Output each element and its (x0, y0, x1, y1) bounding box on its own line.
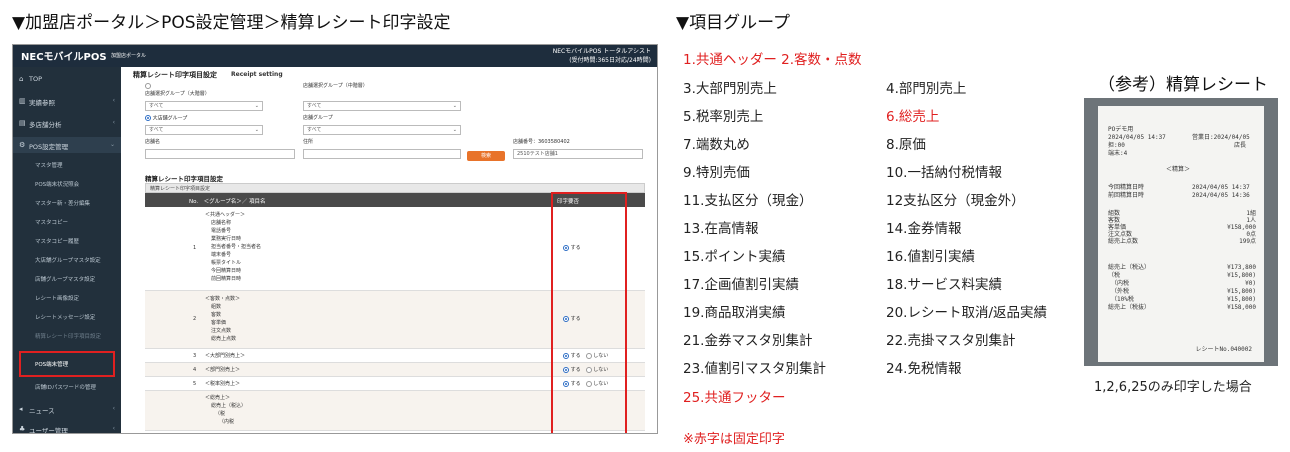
chevron-down-icon: ⌄ (254, 103, 259, 109)
chevron-down-icon: ⌄ (254, 127, 259, 133)
search-button[interactable]: 検索 (467, 151, 505, 161)
chevron-left-icon: ‹ (112, 119, 115, 126)
large-group-select[interactable]: すべて ⌄ (145, 125, 263, 135)
group-item: 13.在高情報 (683, 221, 759, 237)
group-item: 23.値割引マスタ別集計 (683, 361, 826, 377)
group-item: 8.原価 (886, 137, 926, 153)
radio-selected-icon[interactable] (145, 115, 151, 121)
store-code-label: 店舗番号：3603580402 (513, 139, 570, 145)
group-item: 11.支払区分（現金） (683, 193, 813, 209)
group-item: 17.企画値割引実績 (683, 277, 799, 293)
store-group2-select[interactable]: すべて ⌄ (303, 101, 461, 111)
row-item-names: ＜総売上＞ 総売上（税込） （税 （内税 (205, 395, 247, 425)
highlight-box (19, 351, 115, 377)
store-group-label: 店舗選択グループ（大階層） (145, 83, 215, 98)
brand-logo[interactable]: NECモバイルPOS (21, 48, 107, 63)
chevron-down-icon: ⌄ (452, 127, 457, 133)
megaphone-icon: ◂ (19, 405, 23, 413)
page-title: 精算レシート印字項目設定 (133, 71, 217, 79)
document-icon: ▤ (19, 119, 26, 127)
store-group-select[interactable]: すべて ⌄ (145, 101, 263, 111)
chevron-left-icon: ‹ (112, 405, 115, 412)
brand-subtitle: 加盟店ポータル (111, 53, 147, 59)
address-label: 住所 (303, 139, 314, 145)
row-item-names: ＜共通ヘッダー＞ 店舗名称 電話番号 業務実行日時 担当者番号・担当者名 端末番… (205, 212, 262, 282)
sidebar-item-label: 実績参照 (29, 99, 55, 107)
large-group-label: 大店舗グループ (145, 115, 187, 123)
store-code-input[interactable]: 2510テスト店舗1 (513, 149, 643, 159)
receipt-caption: 1,2,6,25のみ印字した場合 (1094, 380, 1252, 395)
radio-unselected-icon[interactable] (145, 83, 151, 89)
row-number: 2 (193, 316, 197, 322)
support-title: NECモバイルPOS トータルアシスト (552, 48, 651, 55)
sidebar-item-label: 多店舗分析 (29, 121, 62, 129)
sidebar-item-pos-settings[interactable]: ⚙ POS設定管理 ⌄ (13, 137, 121, 153)
group-item: 24.免税情報 (886, 361, 962, 377)
group-item: 19.商品取消実績 (683, 305, 786, 321)
sidebar-item-label: TOP (29, 75, 43, 83)
store-group3-label: 店舗グループ (303, 115, 333, 121)
store-name-label: 店舗名 (145, 139, 161, 145)
row-number: 1 (193, 245, 197, 251)
group-item: 22.売掛マスタ別集計 (886, 333, 1016, 349)
group-item: 7.端数丸め (683, 137, 750, 153)
highlight-box (551, 192, 627, 433)
support-hours: (受付時間:365日対応/24時間) (569, 57, 651, 64)
row-item-names: ＜大部門別売上＞ (205, 353, 246, 359)
group-item: 3.大部門別売上 (683, 81, 777, 97)
sidebar-item-label: POS設定管理 (29, 143, 69, 151)
receipt-paper: POデモ用 2024/04/05 14:37 営業日:2024/04/05 担:… (1098, 106, 1264, 362)
row-number: 5 (193, 381, 197, 387)
group-item: 18.サービス料実績 (886, 277, 1002, 293)
top-bar: NECモバイルPOS 加盟店ポータル NECモバイルPOS トータルアシスト (… (13, 45, 657, 67)
row-item-names: ＜税率別売上＞ (205, 381, 241, 387)
sidebar-item-label: ニュース (29, 407, 55, 415)
group-item: 4.部門別売上 (886, 81, 967, 97)
group-item: 21.金券マスタ別集計 (683, 333, 813, 349)
row-item-names: ＜客数・点数＞ 組数 客数 客単価 注文点数 総売上点数 (205, 296, 241, 342)
address-input[interactable] (303, 149, 461, 159)
chevron-down-icon: ⌄ (109, 141, 115, 148)
sidebar-item-label: ユーザー管理 (29, 427, 68, 434)
sidebar: ⌂ TOP ▥ 実績参照 ‹ ▤ 多店舗分析 ‹ ⚙ POS設定管理 ⌄ マスタ… (13, 67, 121, 434)
page-title-english: Receipt setting (231, 71, 283, 78)
group-item: 14.金券情報 (886, 221, 962, 237)
group-item: 10.一括納付税情報 (886, 165, 1002, 181)
chevron-left-icon: ‹ (112, 425, 115, 432)
right-heading: （参考）精算レシート (1098, 75, 1268, 95)
group-item: 16.値割引実績 (886, 249, 975, 265)
store-name-input[interactable] (145, 149, 295, 159)
row-number: 4 (193, 367, 197, 373)
home-icon: ⌂ (19, 75, 24, 83)
bar-chart-icon: ▥ (19, 97, 26, 105)
store-group3-select[interactable]: すべて ⌄ (303, 125, 461, 135)
column-header-item: No. ＜グループ名＞／ 項目名 (189, 199, 266, 205)
users-icon: ♣ (19, 425, 26, 433)
group-item: 1.共通ヘッダー 2.客数・点数 (683, 52, 862, 68)
left-heading: ▼加盟店ポータル＞POS設定管理＞精算レシート印字設定 (12, 13, 451, 33)
row-number: 3 (193, 353, 197, 359)
fixed-print-note: ※赤字は固定印字 (683, 432, 785, 447)
support-info: NECモバイルPOS トータルアシスト (受付時間:365日対応/24時間) (553, 47, 651, 65)
receipt-photo: POデモ用 2024/04/05 14:37 営業日:2024/04/05 担:… (1084, 98, 1278, 366)
group-item: 6.総売上 (886, 109, 940, 125)
chevron-down-icon: ⌄ (452, 103, 457, 109)
group-item: 25.共通フッター (683, 390, 786, 406)
group-item: 12支払区分（現金外） (886, 193, 1025, 209)
section-title: 精算レシート印字項目設定 (145, 175, 223, 183)
group-item: 5.税率別売上 (683, 109, 764, 125)
chevron-left-icon: ‹ (112, 97, 115, 104)
group-item: 9.特別売価 (683, 165, 750, 181)
store-group2-label: 店舗選択グループ（中階層） (303, 83, 368, 89)
portal-screenshot: NECモバイルPOS 加盟店ポータル NECモバイルPOS トータルアシスト (… (12, 44, 658, 434)
row-item-names: ＜部門別売上＞ (205, 367, 241, 373)
group-item: 20.レシート取消/返品実績 (886, 305, 1048, 321)
middle-heading: ▼項目グループ (676, 13, 791, 33)
gear-icon: ⚙ (19, 141, 26, 149)
group-item: 15.ポイント実績 (683, 249, 786, 265)
